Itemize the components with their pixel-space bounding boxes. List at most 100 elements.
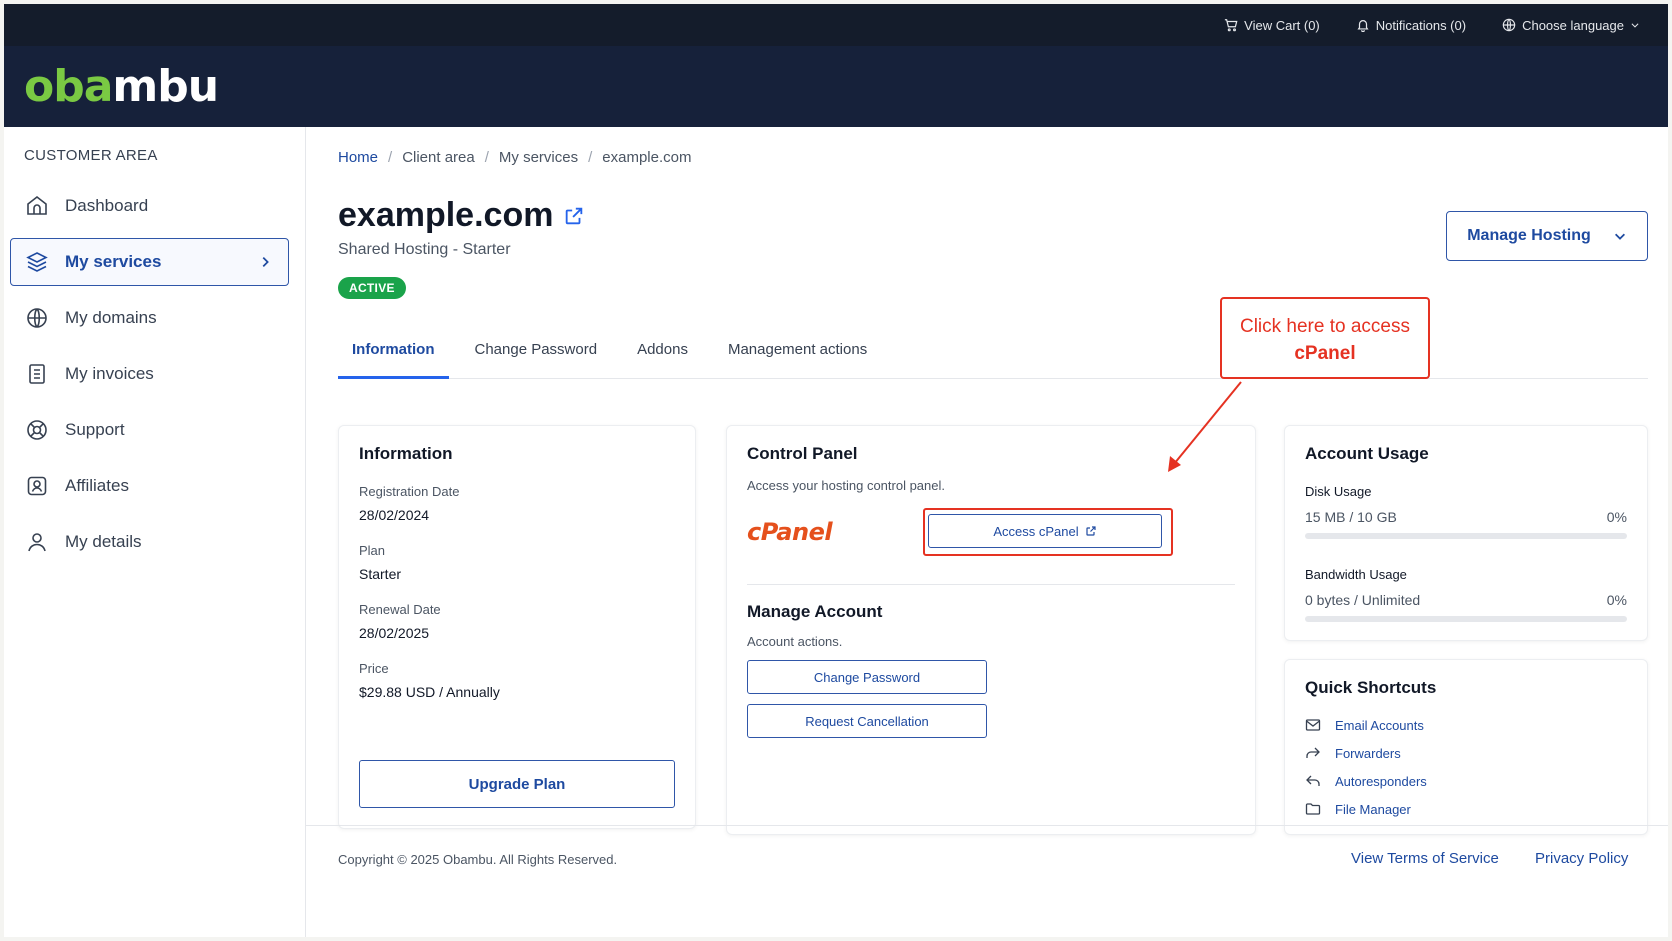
layers-icon [26, 252, 48, 272]
usage-row: 15 MB / 10 GB 0% [1305, 509, 1627, 525]
sidebar-item-label: My services [65, 252, 162, 271]
account-usage-title: Account Usage [1305, 444, 1429, 463]
sidebar-item-support[interactable]: Support [10, 406, 289, 454]
field-label: Registration Date [359, 484, 460, 499]
disk-usage: Disk Usage 15 MB / 10 GB 0% [1305, 484, 1627, 539]
change-password-button[interactable]: Change Password [747, 660, 987, 694]
information-title: Information [359, 444, 453, 463]
upgrade-plan-button[interactable]: Upgrade Plan [359, 760, 675, 808]
affiliate-badge-icon [27, 476, 47, 496]
breadcrumb-current: example.com [602, 149, 692, 166]
lifebuoy-icon [27, 420, 47, 440]
chevron-right-icon [262, 257, 269, 267]
access-cpanel-button[interactable]: Access cPanel [928, 514, 1162, 548]
tab-management-actions[interactable]: Management actions [714, 337, 881, 379]
brand-header: obambu [4, 46, 1668, 127]
home-icon [27, 195, 47, 215]
view-cart-link[interactable]: View Cart (0) [1224, 18, 1320, 33]
field-value: 28/02/2025 [359, 625, 430, 641]
language-label: Choose language [1522, 17, 1624, 33]
manage-hosting-button[interactable]: Manage Hosting [1446, 211, 1648, 261]
shortcut-label: Autoresponders [1335, 773, 1427, 789]
breadcrumb-separator: / [484, 149, 489, 166]
reply-icon [1306, 775, 1320, 786]
tab-bar: Information Change Password Addons Manag… [338, 337, 1648, 379]
bandwidth-usage-bar [1305, 616, 1627, 622]
registration-date-field: Registration Date 28/02/2024 [359, 484, 675, 523]
view-cart-label: View Cart (0) [1244, 17, 1320, 33]
notifications-label: Notifications (0) [1375, 17, 1467, 33]
callout-line-1: Click here to access [1239, 316, 1410, 337]
sidebar-item-my-invoices[interactable]: My invoices [10, 350, 289, 398]
disk-usage-bar [1305, 533, 1627, 539]
privacy-policy-link[interactable]: Privacy Policy [1535, 850, 1628, 867]
shortcut-label: File Manager [1335, 801, 1411, 817]
manage-account-description: Account actions. [747, 634, 843, 649]
sidebar-item-my-services[interactable]: My services [10, 238, 289, 286]
information-card: Information Registration Date 28/02/2024… [338, 425, 696, 829]
obambu-logo[interactable]: obambu [24, 64, 219, 109]
logo-white-part: mbu [112, 60, 219, 112]
logo-green-part: oba [24, 60, 113, 112]
chevron-down-icon [1614, 233, 1625, 240]
field-value: Starter [359, 566, 402, 582]
globe-icon [27, 308, 47, 328]
footer: Copyright © 2025 Obambu. All Rights Rese… [306, 825, 1668, 937]
shortcut-file-manager[interactable]: File Manager [1305, 800, 1627, 818]
usage-value: 15 MB / 10 GB [1305, 509, 1397, 525]
mail-icon [1305, 719, 1321, 731]
sidebar-item-affiliates[interactable]: Affiliates [10, 462, 289, 510]
usage-label: Bandwidth Usage [1305, 567, 1407, 582]
shortcut-label: Forwarders [1335, 745, 1401, 761]
sidebar-item-label: My details [65, 532, 142, 551]
app-frame: View Cart (0) Notifications (0) Choose l… [4, 4, 1668, 937]
external-link-icon[interactable] [563, 205, 585, 227]
field-value: 28/02/2024 [359, 507, 430, 523]
tab-change-password[interactable]: Change Password [461, 337, 612, 379]
control-panel-description: Access your hosting control panel. [747, 478, 945, 493]
manage-hosting-label: Manage Hosting [1467, 227, 1591, 244]
notifications-link[interactable]: Notifications (0) [1356, 18, 1466, 33]
shortcut-autoresponders[interactable]: Autoresponders [1305, 772, 1627, 790]
shortcut-email-accounts[interactable]: Email Accounts [1305, 716, 1627, 734]
globe-icon [1502, 18, 1516, 32]
usage-value: 0 bytes / Unlimited [1305, 592, 1421, 608]
access-cpanel-label: Access cPanel [993, 523, 1079, 539]
field-value: $29.88 USD / Annually [359, 684, 500, 700]
request-cancellation-button[interactable]: Request Cancellation [747, 704, 987, 738]
tab-addons[interactable]: Addons [623, 337, 702, 379]
sidebar-item-label: My domains [65, 308, 157, 327]
breadcrumb-my-services[interactable]: My services [499, 149, 578, 166]
sidebar-item-label: Affiliates [65, 476, 129, 495]
tab-information[interactable]: Information [338, 337, 449, 379]
sidebar-item-label: Support [65, 420, 125, 439]
breadcrumb: Home / Client area / My services / examp… [338, 149, 1648, 166]
shortcut-forwarders[interactable]: Forwarders [1305, 744, 1627, 762]
language-selector[interactable]: Choose language [1502, 18, 1640, 33]
bell-icon [1357, 20, 1369, 32]
user-icon [28, 533, 46, 552]
usage-percent: 0% [1606, 509, 1627, 525]
sidebar-item-dashboard[interactable]: Dashboard [10, 182, 289, 230]
sidebar-item-label: My invoices [65, 364, 154, 383]
copyright-text: Copyright © 2025 Obambu. All Rights Rese… [338, 852, 618, 867]
renewal-date-field: Renewal Date 28/02/2025 [359, 602, 675, 641]
breadcrumb-home[interactable]: Home [338, 149, 378, 166]
chevron-down-icon [1631, 23, 1639, 28]
shortcut-label: Email Accounts [1335, 717, 1424, 733]
quick-shortcuts-card: Quick Shortcuts Email Accounts Forwarder… [1284, 659, 1648, 835]
sidebar-item-my-domains[interactable]: My domains [10, 294, 289, 342]
manage-account-title: Manage Account [747, 602, 883, 621]
divider [747, 584, 1235, 585]
field-label: Price [359, 661, 389, 676]
price-field: Price $29.88 USD / Annually [359, 661, 675, 700]
terms-of-service-link[interactable]: View Terms of Service [1351, 850, 1499, 867]
status-badge: ACTIVE [338, 277, 406, 299]
account-usage-card: Account Usage Disk Usage 15 MB / 10 GB 0… [1284, 425, 1648, 641]
document-icon [29, 364, 45, 384]
main-content: Home / Client area / My services / examp… [338, 127, 1648, 835]
sidebar-item-label: Dashboard [65, 196, 149, 215]
breadcrumb-client-area[interactable]: Client area [402, 149, 475, 166]
sidebar-item-my-details[interactable]: My details [10, 518, 289, 566]
quick-shortcuts-title: Quick Shortcuts [1305, 678, 1437, 697]
